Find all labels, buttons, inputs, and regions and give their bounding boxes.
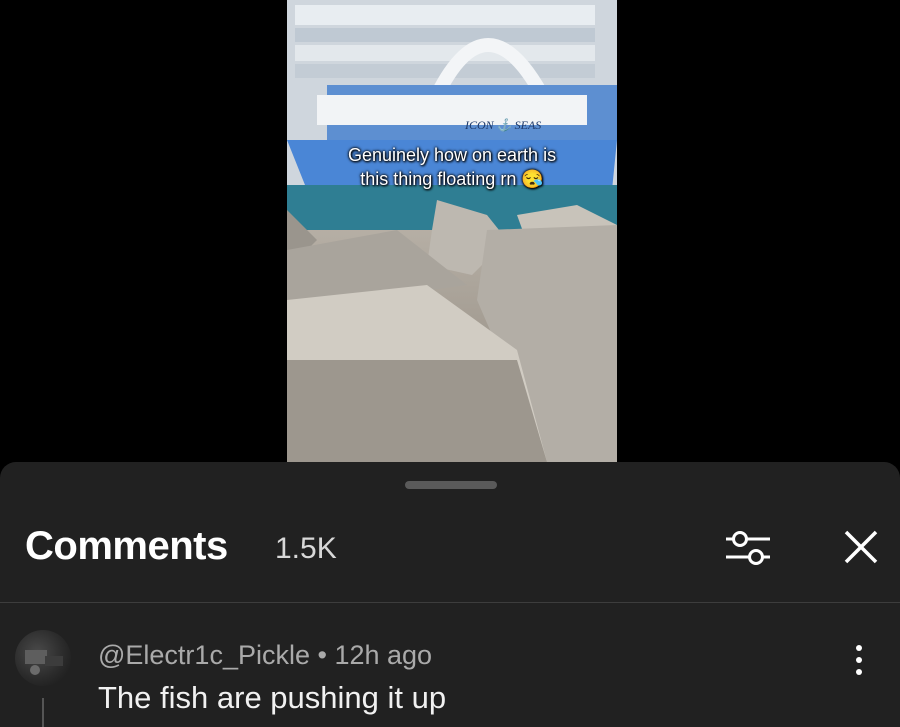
avatar[interactable] <box>15 630 71 686</box>
caption-line-2: this thing floating rn 😪 <box>360 169 544 189</box>
filter-button[interactable] <box>722 524 774 572</box>
more-options-button[interactable] <box>848 640 870 680</box>
divider <box>0 602 900 603</box>
video-frame[interactable]: ICON ⚓ SEAS Genuinely how on earth is th… <box>287 0 617 462</box>
video-scene <box>287 0 617 462</box>
thread-line <box>42 698 44 727</box>
comment-meta: @Electr1c_Pickle • 12h ago <box>98 640 432 671</box>
comments-count: 1.5K <box>275 532 337 565</box>
close-button[interactable] <box>838 524 884 570</box>
comment-text: The fish are pushing it up <box>98 680 447 715</box>
ship-name-text: ICON ⚓ SEAS <box>465 118 542 132</box>
meta-separator: • <box>317 640 327 670</box>
comments-title: Comments <box>25 524 228 568</box>
video-caption: Genuinely how on earth is this thing flo… <box>287 143 617 191</box>
sliders-icon <box>726 531 770 565</box>
more-vertical-icon <box>856 645 862 675</box>
avatar-image <box>25 650 63 675</box>
comments-sheet: Comments 1.5K @Electr1c_Pickle • 12h ago… <box>0 462 900 727</box>
comment-time: 12h ago <box>334 640 433 670</box>
caption-line-1: Genuinely how on earth is <box>347 145 557 165</box>
drag-handle[interactable] <box>405 481 497 489</box>
video-player[interactable]: ICON ⚓ SEAS Genuinely how on earth is th… <box>0 0 900 462</box>
comment-author[interactable]: @Electr1c_Pickle <box>98 640 310 670</box>
close-icon <box>844 530 878 564</box>
